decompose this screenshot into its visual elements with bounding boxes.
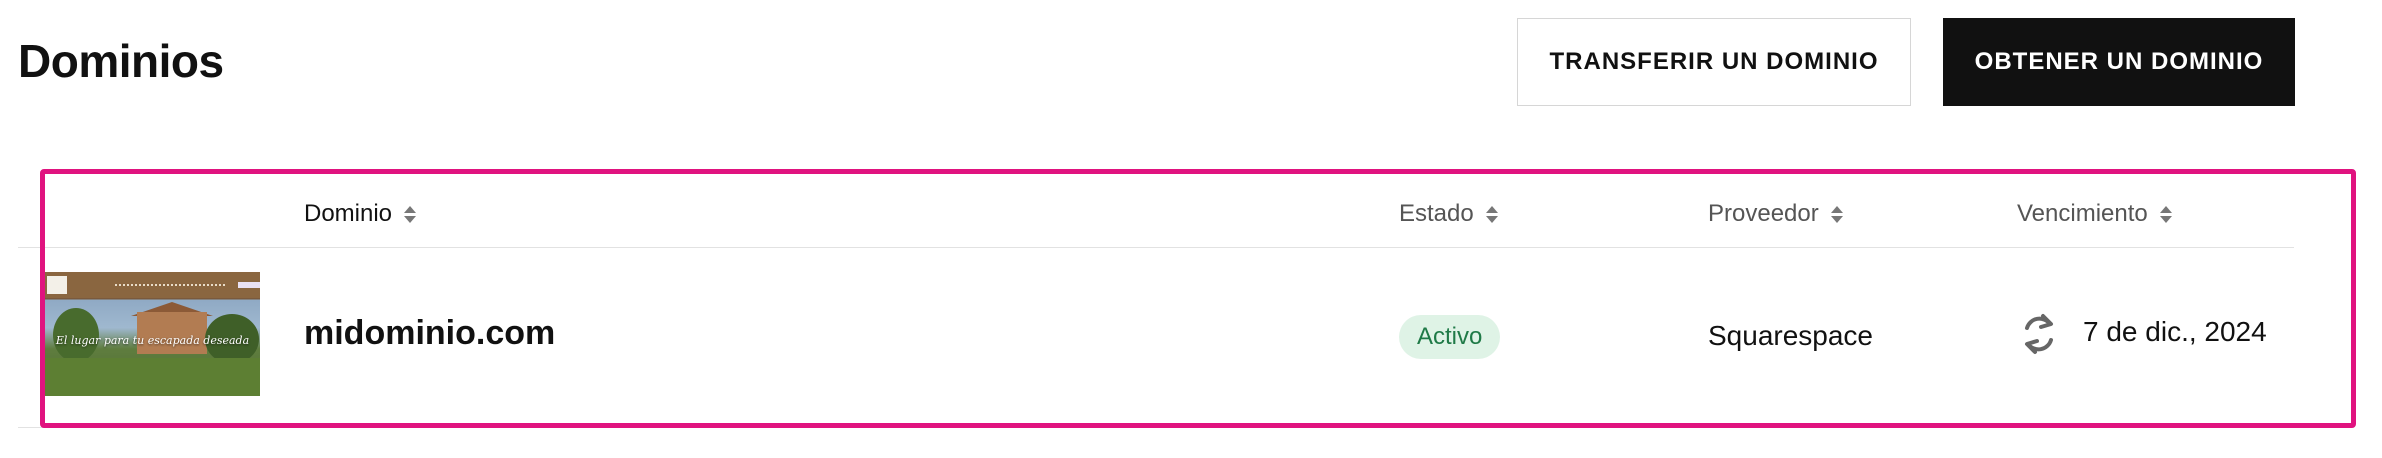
page-title: Dominios bbox=[18, 35, 224, 87]
expiry-date: 7 de dic., 2024 bbox=[2083, 316, 2267, 347]
column-header-label: Estado bbox=[1399, 200, 1474, 227]
sort-icon bbox=[1485, 205, 1498, 223]
thumbnail-cta bbox=[238, 282, 260, 288]
column-header-expiry[interactable]: Vencimiento bbox=[2017, 180, 2172, 248]
thumbnail-hero-text: El lugar para tu escapada deseada bbox=[55, 334, 250, 347]
auto-renew-icon bbox=[2025, 314, 2053, 354]
column-header-status[interactable]: Estado bbox=[1399, 180, 1498, 248]
column-header-label: Vencimiento bbox=[2017, 200, 2148, 227]
thumbnail-lawn bbox=[45, 358, 260, 396]
site-thumbnail: El lugar para tu escapada deseada bbox=[45, 272, 260, 396]
domain-name[interactable]: midominio.com bbox=[304, 314, 555, 353]
get-domain-button[interactable]: OBTENER UN DOMINIO bbox=[1943, 18, 2295, 106]
column-header-label: Proveedor bbox=[1708, 200, 1819, 227]
sort-icon bbox=[1830, 205, 1843, 223]
status-badge: Activo bbox=[1399, 315, 1501, 359]
column-header-domain[interactable]: Dominio bbox=[304, 180, 417, 248]
sort-icon bbox=[404, 205, 417, 223]
transfer-domain-button[interactable]: TRANSFERIR UN DOMINIO bbox=[1517, 18, 1911, 106]
domains-page: Dominios TRANSFERIR UN DOMINIO OBTENER U… bbox=[0, 0, 2382, 458]
column-header-label: Dominio bbox=[304, 200, 393, 227]
provider-name: Squarespace bbox=[1708, 320, 1874, 351]
thumbnail-logo bbox=[47, 276, 67, 294]
table-header: Dominio Estado Proveedor Vencimiento bbox=[18, 180, 2294, 248]
column-header-provider[interactable]: Proveedor bbox=[1708, 180, 1843, 248]
sort-icon bbox=[2159, 205, 2172, 223]
table-row[interactable]: El lugar para tu escapada deseada midomi… bbox=[18, 248, 2294, 428]
thumbnail-nav-links bbox=[115, 284, 225, 286]
